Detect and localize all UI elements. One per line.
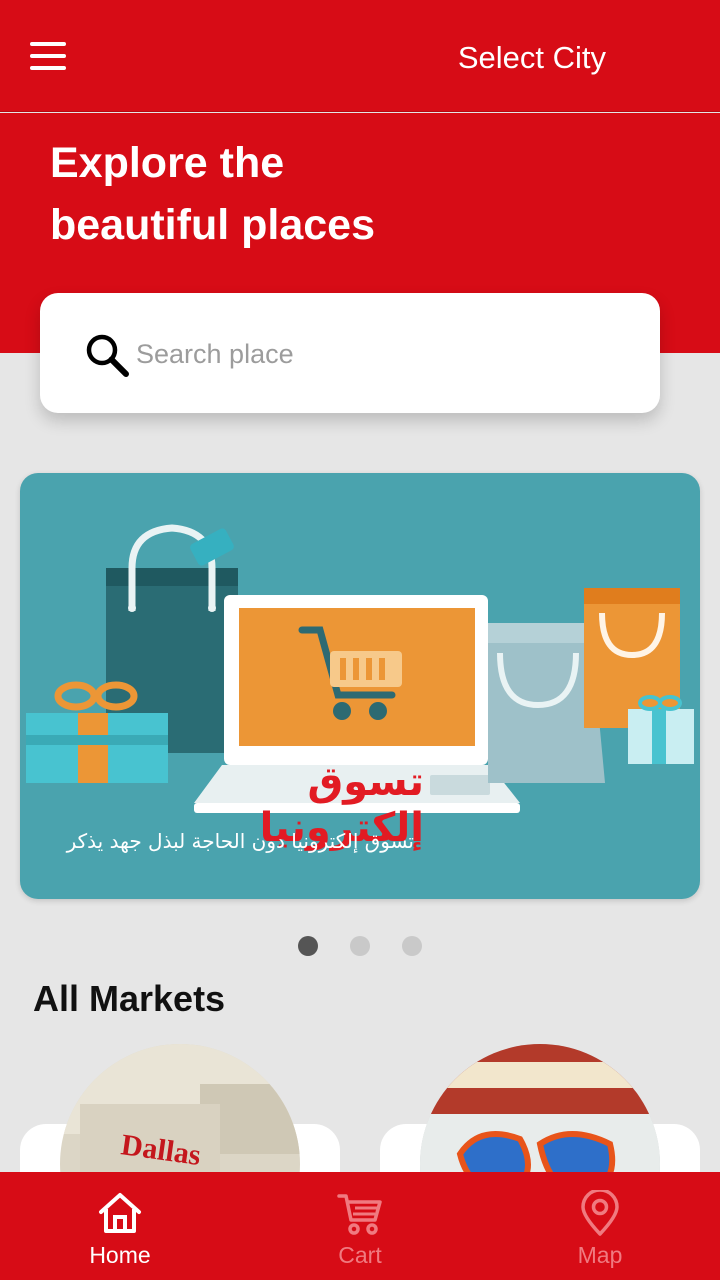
nav-map[interactable]: Map [480,1172,720,1280]
nav-map-label: Map [577,1242,623,1268]
carousel-dot-2[interactable] [350,936,370,956]
search-icon[interactable] [84,332,130,378]
select-city-button[interactable]: Select City [458,38,606,78]
bottom-navigation: Home Cart Map [0,1172,720,1280]
map-pin-icon [581,1190,619,1236]
carousel-indicators [0,936,720,956]
search-input[interactable] [136,332,616,376]
banner-subtitle: تسوق إلكترونيا دون الحاجة لبذل جهد يذكر [66,829,414,853]
carousel-dot-1[interactable] [298,936,318,956]
nav-cart[interactable]: Cart [240,1172,480,1280]
hero-title-line-2: beautiful places [50,201,375,249]
promo-banner[interactable]: تسوق إلكترونيا تسوق إلكترونيا دون الحاجة… [20,473,700,899]
nav-cart-label: Cart [338,1242,382,1268]
app-bar: Select City [0,0,720,112]
hamburger-menu-icon[interactable] [28,40,68,72]
hero-title: Explore the beautiful places [50,132,530,256]
home-icon [99,1193,141,1233]
hero-title-line-1: Explore the [50,139,285,187]
cart-icon [337,1194,382,1235]
nav-home-label: Home [89,1242,151,1268]
nav-home[interactable]: Home [0,1172,240,1280]
section-title: All Markets [33,978,226,1019]
carousel-dot-3[interactable] [402,936,422,956]
